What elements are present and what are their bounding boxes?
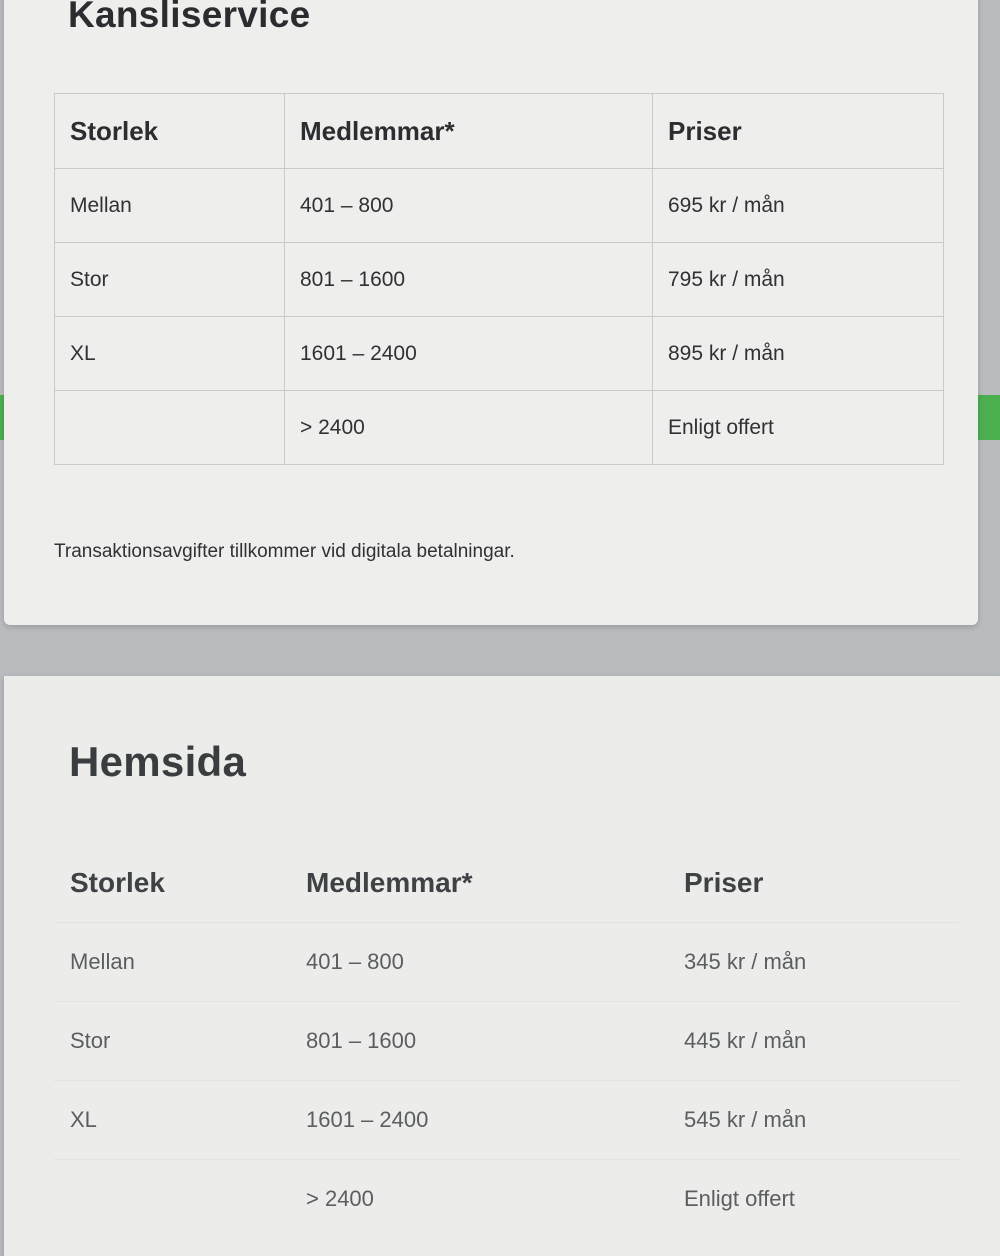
table-header-row: Storlek Medlemmar* Priser (54, 844, 959, 923)
cell-storlek: Stor (54, 242, 285, 317)
cell-pris: Enligt offert (668, 1159, 959, 1238)
header-medlemmar: Medlemmar* (284, 93, 653, 169)
table-row: > 2400 Enligt offert (54, 390, 944, 465)
table-row: Stor 801 – 1600 445 kr / mån (54, 1001, 959, 1081)
cell-storlek: XL (54, 316, 285, 391)
kansliservice-price-table: Storlek Medlemmar* Priser Mellan 401 – 8… (54, 93, 944, 465)
table-row: Stor 801 – 1600 795 kr / mån (54, 242, 944, 317)
cell-storlek: XL (54, 1080, 290, 1160)
table-row: > 2400 Enligt offert (54, 1159, 959, 1238)
table-row: Mellan 401 – 800 695 kr / mån (54, 168, 944, 243)
hemsida-card: Hemsida Storlek Medlemmar* Priser Mellan… (4, 676, 1000, 1256)
cell-medlemmar: 401 – 800 (290, 922, 668, 1002)
cell-medlemmar: 801 – 1600 (284, 242, 653, 317)
cell-medlemmar: > 2400 (290, 1159, 668, 1238)
table-header-row: Storlek Medlemmar* Priser (54, 93, 944, 169)
table-row: XL 1601 – 2400 895 kr / mån (54, 316, 944, 391)
hemsida-price-table: Storlek Medlemmar* Priser Mellan 401 – 8… (54, 844, 959, 1238)
transaction-fee-note: Transaktionsavgifter tillkommer vid digi… (54, 541, 515, 562)
hemsida-title: Hemsida (69, 738, 247, 785)
cell-pris: 795 kr / mån (652, 242, 944, 317)
table-row: XL 1601 – 2400 545 kr / mån (54, 1080, 959, 1160)
cell-storlek: Stor (54, 1001, 290, 1081)
kansliservice-title: Kansliservice (68, 0, 311, 35)
cell-storlek (54, 1159, 290, 1238)
cell-pris: 895 kr / mån (652, 316, 944, 391)
cell-pris: 545 kr / mån (668, 1080, 959, 1160)
header-priser: Priser (684, 867, 764, 898)
cell-medlemmar: > 2400 (284, 390, 653, 465)
cell-pris: Enligt offert (652, 390, 944, 465)
header-storlek: Storlek (70, 867, 165, 898)
cell-pris: 695 kr / mån (652, 168, 944, 243)
cell-storlek: Mellan (54, 168, 285, 243)
cell-pris: 445 kr / mån (668, 1001, 959, 1081)
cell-storlek (54, 390, 285, 465)
kansliservice-card: Kansliservice Storlek Medlemmar* Priser … (4, 0, 978, 625)
cell-pris: 345 kr / mån (668, 922, 959, 1002)
background-accent-right (976, 395, 1000, 440)
header-priser: Priser (652, 93, 944, 169)
cell-medlemmar: 1601 – 2400 (290, 1080, 668, 1160)
cell-medlemmar: 1601 – 2400 (284, 316, 653, 391)
cell-storlek: Mellan (54, 922, 290, 1002)
cell-medlemmar: 801 – 1600 (290, 1001, 668, 1081)
cell-medlemmar: 401 – 800 (284, 168, 653, 243)
table-row: Mellan 401 – 800 345 kr / mån (54, 922, 959, 1002)
header-storlek: Storlek (54, 93, 285, 169)
header-medlemmar: Medlemmar* (306, 867, 473, 898)
